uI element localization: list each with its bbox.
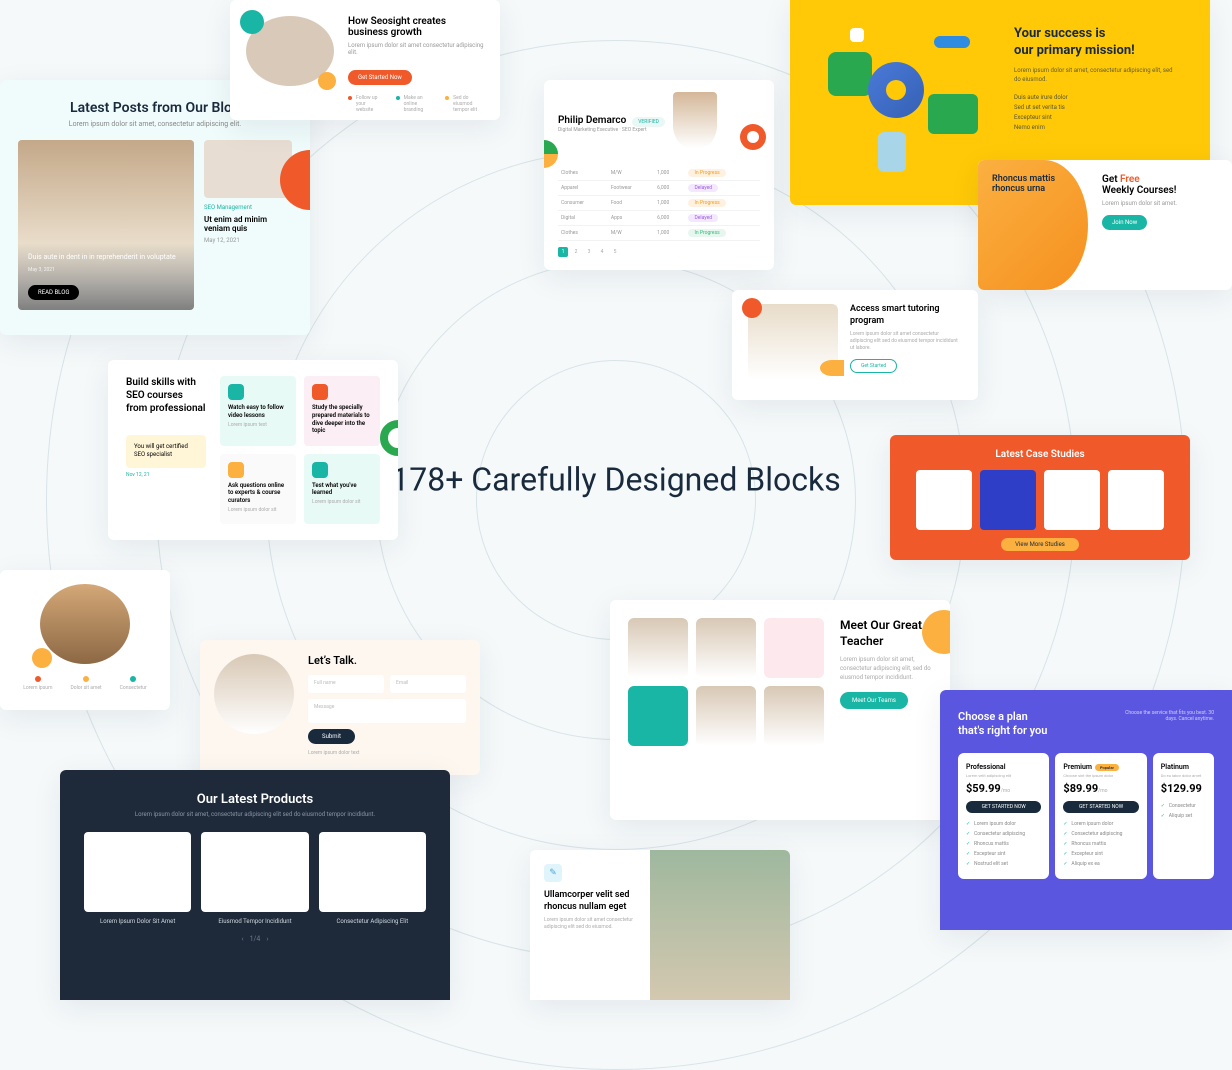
next-icon[interactable]: › bbox=[266, 935, 268, 943]
pricing-plan[interactable]: Platinum Do eu labor dolor amet $129.99 … bbox=[1153, 753, 1214, 879]
blog-featured-post[interactable]: Duis aute in dent in in reprehenderit in… bbox=[18, 140, 194, 310]
block-dashboard: Philip DemarcoVERIFIED Digital Marketing… bbox=[544, 80, 774, 270]
pricing-plan[interactable]: PremiumPopular Choose sint the ipsum dol… bbox=[1055, 753, 1146, 879]
blog-side-post[interactable]: SEO Management Ut enim ad minim veniam q… bbox=[204, 140, 292, 310]
tutor-get-started-button[interactable]: Get Started bbox=[850, 359, 897, 373]
block-tutoring: Access smart tutoring program Lorem ipsu… bbox=[732, 290, 978, 400]
book-icon bbox=[312, 384, 328, 400]
contact-avatar bbox=[214, 654, 294, 734]
profile-photo bbox=[673, 92, 717, 148]
blog-subtitle: Lorem ipsum dolor sit amet, consectetur … bbox=[18, 120, 292, 128]
skill-card[interactable]: Test what you've learnedLorem ipsum dolo… bbox=[304, 454, 380, 524]
pencil-icon bbox=[544, 864, 562, 882]
get-started-button[interactable]: Get Started Now bbox=[348, 70, 412, 85]
block-case-studies: Latest Case Studies View More Studies bbox=[890, 435, 1190, 560]
person-avatar bbox=[40, 584, 130, 664]
case-item[interactable] bbox=[980, 470, 1036, 530]
product-card[interactable] bbox=[201, 832, 308, 912]
case-item[interactable] bbox=[1108, 470, 1164, 530]
mission-illustration bbox=[820, 26, 990, 176]
read-blog-button[interactable]: READ BLOG bbox=[28, 285, 79, 300]
join-now-button[interactable]: Join Now bbox=[1102, 215, 1147, 230]
pricing-plan[interactable]: Professional Lorem velit adipiscing elit… bbox=[958, 753, 1049, 879]
case-item[interactable] bbox=[916, 470, 972, 530]
block-skills: Build skills with SEO courses from profe… bbox=[108, 360, 398, 540]
block-growth: How Seosight creates business growth Lor… bbox=[230, 0, 500, 120]
product-card[interactable] bbox=[84, 832, 191, 912]
plan-cta-button[interactable]: GET STARTED NOW bbox=[1063, 801, 1138, 813]
data-table: ClothesM/W1,000In Progress ApparelFootwe… bbox=[558, 166, 760, 241]
skill-card[interactable]: Ask questions online to experts & course… bbox=[220, 454, 296, 524]
teacher-photo[interactable] bbox=[628, 618, 688, 678]
name-input[interactable]: Full name bbox=[308, 675, 384, 693]
lifestyle-image bbox=[650, 850, 790, 1000]
growth-avatar bbox=[246, 16, 334, 86]
email-input[interactable]: Email bbox=[390, 675, 466, 693]
view-more-button[interactable]: View More Studies bbox=[1001, 538, 1079, 551]
table-row: ClothesM/W1,000In Progress bbox=[558, 226, 760, 241]
main-headline: 178+ Carefully Designed Blocks bbox=[391, 458, 841, 503]
circle-decor-icon bbox=[544, 140, 558, 168]
decor-tile bbox=[628, 686, 688, 746]
skill-card[interactable]: Study the specially prepared materials t… bbox=[304, 376, 380, 446]
ring-decor-icon bbox=[740, 124, 766, 150]
blog-side-image bbox=[204, 140, 292, 198]
block-teachers: Meet Our Great Teacher Lorem ipsum dolor… bbox=[610, 600, 950, 820]
plan-cta-button[interactable]: GET STARTED NOW bbox=[966, 801, 1041, 813]
product-card[interactable] bbox=[319, 832, 426, 912]
block-products: Our Latest Products Lorem ipsum dolor si… bbox=[60, 770, 450, 1000]
table-row: ClothesM/W1,000In Progress bbox=[558, 166, 760, 181]
question-icon bbox=[228, 462, 244, 478]
teacher-photo[interactable] bbox=[764, 686, 824, 746]
submit-button[interactable]: Submit bbox=[308, 729, 355, 744]
prev-icon[interactable]: ‹ bbox=[242, 935, 244, 943]
pagination[interactable]: 12345 bbox=[558, 247, 760, 257]
block-courses-cta: Rhoncus mattis rhoncus urna Get FreeWeek… bbox=[978, 160, 1232, 290]
teacher-photo[interactable] bbox=[764, 618, 824, 678]
green-ring-icon bbox=[380, 420, 398, 456]
block-person-features: Lorem ipsum Dolor sit amet Consectetur bbox=[0, 570, 170, 710]
table-row: ConsumerFood1,000In Progress bbox=[558, 196, 760, 211]
teacher-photo[interactable] bbox=[696, 618, 756, 678]
table-row: DigitalApps6,000Delayed bbox=[558, 211, 760, 226]
table-row: ApparelFootwear6,000Delayed bbox=[558, 181, 760, 196]
tutor-image bbox=[748, 304, 838, 380]
skill-card[interactable]: Watch easy to follow video lessonsLorem … bbox=[220, 376, 296, 446]
skills-note: You will get certified SEO specialist bbox=[126, 435, 206, 468]
case-item[interactable] bbox=[1044, 470, 1100, 530]
block-contact-form: Let’s Talk. Full name Email Message Subm… bbox=[200, 640, 480, 775]
products-pager[interactable]: ‹ 1/4 › bbox=[84, 935, 426, 943]
video-icon bbox=[228, 384, 244, 400]
message-input[interactable]: Message bbox=[308, 699, 466, 723]
block-ullamcorper: Ullamcorper velit sed rhoncus nullam ege… bbox=[530, 850, 790, 1000]
block-pricing: Choose a planthat's right for you Choose… bbox=[940, 690, 1232, 930]
meet-teams-button[interactable]: Meet Our Teams bbox=[840, 692, 908, 709]
test-icon bbox=[312, 462, 328, 478]
teacher-photo[interactable] bbox=[696, 686, 756, 746]
